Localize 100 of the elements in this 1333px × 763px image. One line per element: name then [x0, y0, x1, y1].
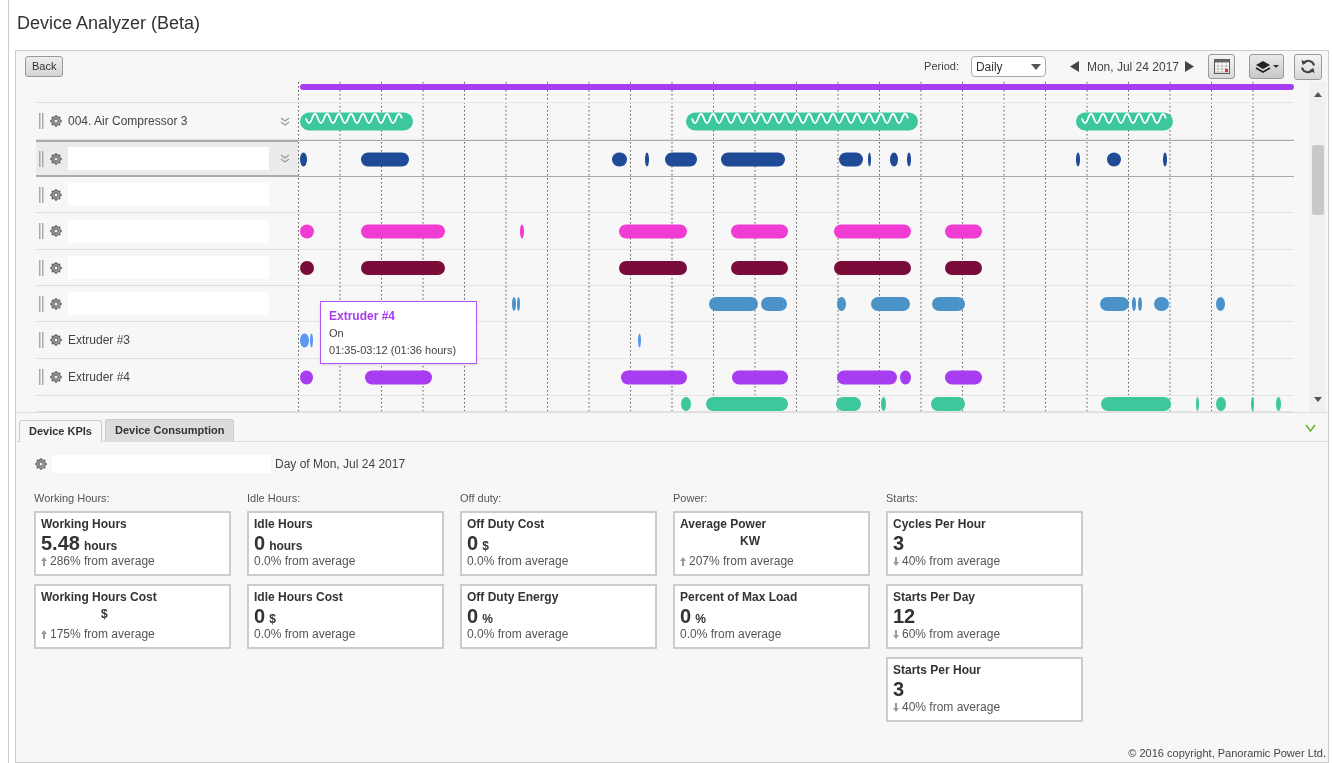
activity-bar[interactable]: [361, 152, 409, 167]
kpi-unit: hours: [269, 538, 303, 555]
activity-bar[interactable]: [732, 370, 788, 385]
group-label: Off duty:: [460, 491, 503, 506]
previous-day-button[interactable]: [1069, 61, 1079, 72]
period-dropdown[interactable]: Daily: [970, 56, 1046, 77]
activity-bar[interactable]: [900, 370, 911, 385]
gear-icon[interactable]: [49, 224, 63, 238]
gear-icon[interactable]: [49, 333, 63, 347]
kpi-change: 207% from average: [689, 554, 794, 568]
refresh-icon: [1301, 59, 1315, 74]
tooltip-state: On: [329, 326, 345, 341]
drag-handle-icon[interactable]: [39, 295, 44, 312]
scrollbar[interactable]: [1310, 82, 1326, 412]
scrollbar-thumb[interactable]: [1312, 145, 1324, 215]
back-button[interactable]: Back: [25, 56, 64, 77]
tooltip-time: 01:35-03:12 (01:36 hours): [329, 342, 458, 358]
activity-bar[interactable]: [945, 261, 982, 275]
refresh-button[interactable]: [1294, 53, 1322, 80]
double-chevron-icon[interactable]: [280, 154, 290, 163]
activity-bar[interactable]: [621, 370, 687, 385]
tooltip-title: Extruder #4: [329, 308, 397, 325]
tab[interactable]: Device KPIs: [19, 420, 102, 442]
gear-icon[interactable]: [49, 260, 63, 275]
kpi-title: Starts Per Day: [893, 590, 977, 605]
kpi-unit: $: [482, 538, 489, 555]
wave-activity-bar[interactable]: [1076, 112, 1173, 131]
activity-bar[interactable]: [645, 152, 649, 167]
date-label: Mon, Jul 24 2017: [1086, 58, 1179, 76]
scroll-up-icon[interactable]: [1314, 92, 1322, 97]
activity-bar[interactable]: [945, 370, 982, 385]
device-row[interactable]: Extruder #4: [36, 359, 298, 396]
kpi-date: Day of Mon, Jul 24 2017: [275, 456, 406, 473]
layers-icon: [1254, 60, 1271, 73]
double-chevron-icon[interactable]: [280, 116, 290, 126]
gear-icon[interactable]: [49, 370, 63, 384]
activity-bar[interactable]: [834, 261, 911, 275]
gear-icon[interactable]: [49, 296, 63, 311]
wave-activity-bar[interactable]: [686, 112, 918, 131]
dropdown-caret-icon: [1030, 63, 1041, 70]
activity-bar[interactable]: [868, 152, 871, 167]
drag-handle-icon[interactable]: [39, 259, 44, 276]
tab[interactable]: Device Consumption: [105, 419, 235, 441]
activity-bar[interactable]: [907, 152, 911, 167]
kpi-unit: %: [482, 611, 493, 628]
calendar-button[interactable]: [1208, 54, 1235, 79]
drag-handle-icon[interactable]: [39, 369, 44, 385]
drag-handle-icon[interactable]: [39, 113, 44, 129]
kpi-title: Working Hours: [41, 517, 128, 532]
activity-bar[interactable]: [721, 152, 785, 167]
activity-bar[interactable]: [731, 261, 788, 275]
activity-bar[interactable]: [365, 370, 432, 385]
drag-handle-icon[interactable]: [39, 332, 44, 348]
kpi-title: Average Power: [680, 517, 768, 532]
activity-bar[interactable]: [839, 152, 863, 167]
kpi-change: 175% from average: [50, 627, 155, 641]
kpi-value: 3: [893, 532, 905, 554]
kpi-change: 40% from average: [902, 554, 1001, 568]
activity-bar[interactable]: [1163, 152, 1167, 167]
scroll-down-icon[interactable]: [1314, 397, 1322, 402]
collapse-chevron-icon[interactable]: [1305, 424, 1316, 432]
activity-bar[interactable]: [300, 261, 314, 275]
gear-icon[interactable]: [49, 151, 63, 166]
kpi-value: 3: [893, 678, 905, 700]
kpi-title: Starts Per Hour: [893, 663, 983, 678]
activity-bar[interactable]: [890, 152, 898, 167]
kpi-value: 0: [467, 605, 479, 627]
activity-bar[interactable]: [612, 152, 627, 167]
kpi-title: Idle Hours: [254, 517, 314, 532]
activity-bar[interactable]: [1076, 152, 1080, 167]
gear-icon[interactable]: [34, 457, 48, 471]
kpi-change: 0.0% from average: [254, 554, 356, 568]
kpi-title: Off Duty Energy: [467, 590, 560, 605]
gear-icon[interactable]: [49, 187, 63, 202]
activity-bar[interactable]: [619, 261, 687, 275]
kpi-change: 0.0% from average: [254, 627, 356, 641]
group-label: Idle Hours:: [247, 491, 302, 506]
drag-handle-icon[interactable]: [39, 150, 44, 167]
device-name: 004. Air Compressor 3: [68, 113, 189, 130]
activity-bar[interactable]: [837, 370, 897, 385]
activity-bar[interactable]: [665, 152, 697, 167]
gear-icon[interactable]: [49, 114, 63, 128]
kpi-change: 40% from average: [902, 700, 1001, 714]
device-row[interactable]: Extruder #3: [36, 322, 298, 359]
next-day-button[interactable]: [1185, 61, 1194, 72]
layers-button[interactable]: [1249, 54, 1284, 79]
kpi-value: 0: [254, 605, 266, 627]
kpi-title: Working Hours Cost: [41, 590, 158, 605]
wave-activity-bar[interactable]: [300, 112, 413, 131]
dropdown-caret-icon: [1272, 65, 1279, 68]
drag-handle-icon[interactable]: [39, 186, 44, 203]
kpi-change: 60% from average: [902, 627, 1001, 641]
drag-handle-icon[interactable]: [39, 223, 44, 239]
kpi-change: 0.0% from average: [680, 627, 782, 641]
activity-bar[interactable]: [361, 261, 445, 275]
activity-bar[interactable]: [300, 152, 307, 167]
kpi-title: Off Duty Cost: [467, 517, 546, 532]
kpi-unit: hours: [83, 538, 118, 555]
activity-bar[interactable]: [1107, 152, 1121, 167]
activity-bar[interactable]: [300, 370, 313, 385]
